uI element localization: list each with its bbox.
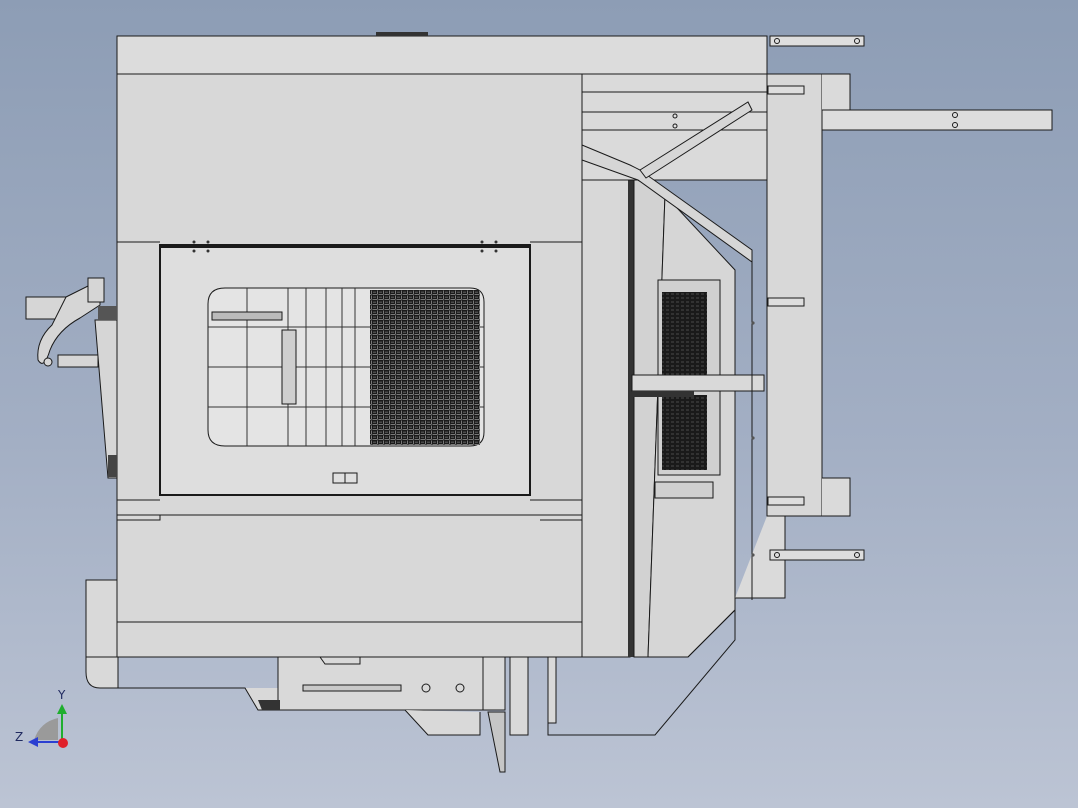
- z-axis-label: Z: [15, 730, 24, 744]
- y-axis-label: Y: [58, 688, 66, 702]
- extension-arm: [821, 109, 1053, 131]
- coordinate-triad: [28, 704, 68, 748]
- side-clamp-mechanism: [25, 277, 118, 479]
- cad-viewport[interactable]: Y Z: [0, 0, 1078, 808]
- bottom-drawer: [277, 656, 557, 773]
- machine-drawing[interactable]: [0, 0, 1078, 808]
- front-window: [159, 240, 531, 496]
